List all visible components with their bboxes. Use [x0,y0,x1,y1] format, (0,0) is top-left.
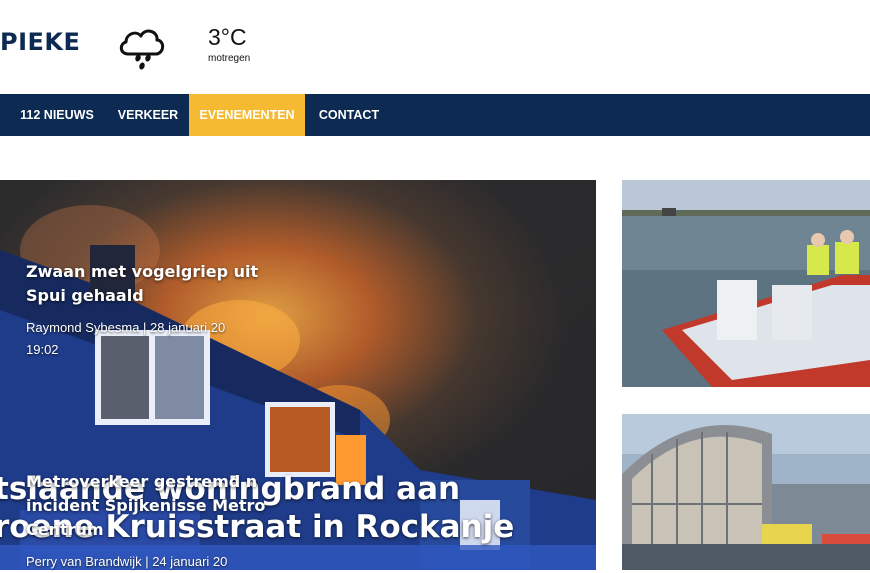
side-article-meta-line: Raymond Sybesma | 28 januari 20 [26,320,226,335]
nav-item-verkeer[interactable]: VERKEER [108,94,188,136]
side-article-image [622,180,870,387]
side-article-title-line: Zwaan met vogelgriep uit [26,262,259,281]
nav-item-112-nieuws[interactable]: 112 NIEUWS [8,94,106,136]
side-article-title-line: incident Spijkenisse Metro [26,496,266,515]
site-logo[interactable]: PIEKE [0,28,80,56]
weather-temperature: 3°C [208,24,247,50]
side-article-title[interactable]: Metroverkeer gestremd n incident Spijken… [26,470,266,542]
side-article-card[interactable] [622,180,870,387]
nav-item-evenementen[interactable]: EVENEMENTEN [189,94,305,136]
side-article-card[interactable] [622,414,870,570]
side-article-title-line: Metroverkeer gestremd n [26,472,258,491]
side-article-title-line: Centrum [26,520,104,539]
side-article-title[interactable]: Zwaan met vogelgriep uit Spui gehaald [26,260,266,308]
side-article-meta-line: 19:02 [26,342,59,357]
nav-item-contact[interactable]: CONTACT [306,94,392,136]
side-article-image [622,414,870,570]
main-navigation: 112 NIEUWS VERKEER EVENEMENTEN CONTACT [0,94,870,136]
side-article-meta: Raymond Sybesma | 28 januari 20 19:02 [26,317,266,361]
rain-cloud-icon [116,22,168,72]
weather-condition: motregen [208,53,251,64]
side-article-title-line: Spui gehaald [26,286,144,305]
side-article-meta-line: Perry van Brandwijk | 24 januari 20 [26,554,228,569]
